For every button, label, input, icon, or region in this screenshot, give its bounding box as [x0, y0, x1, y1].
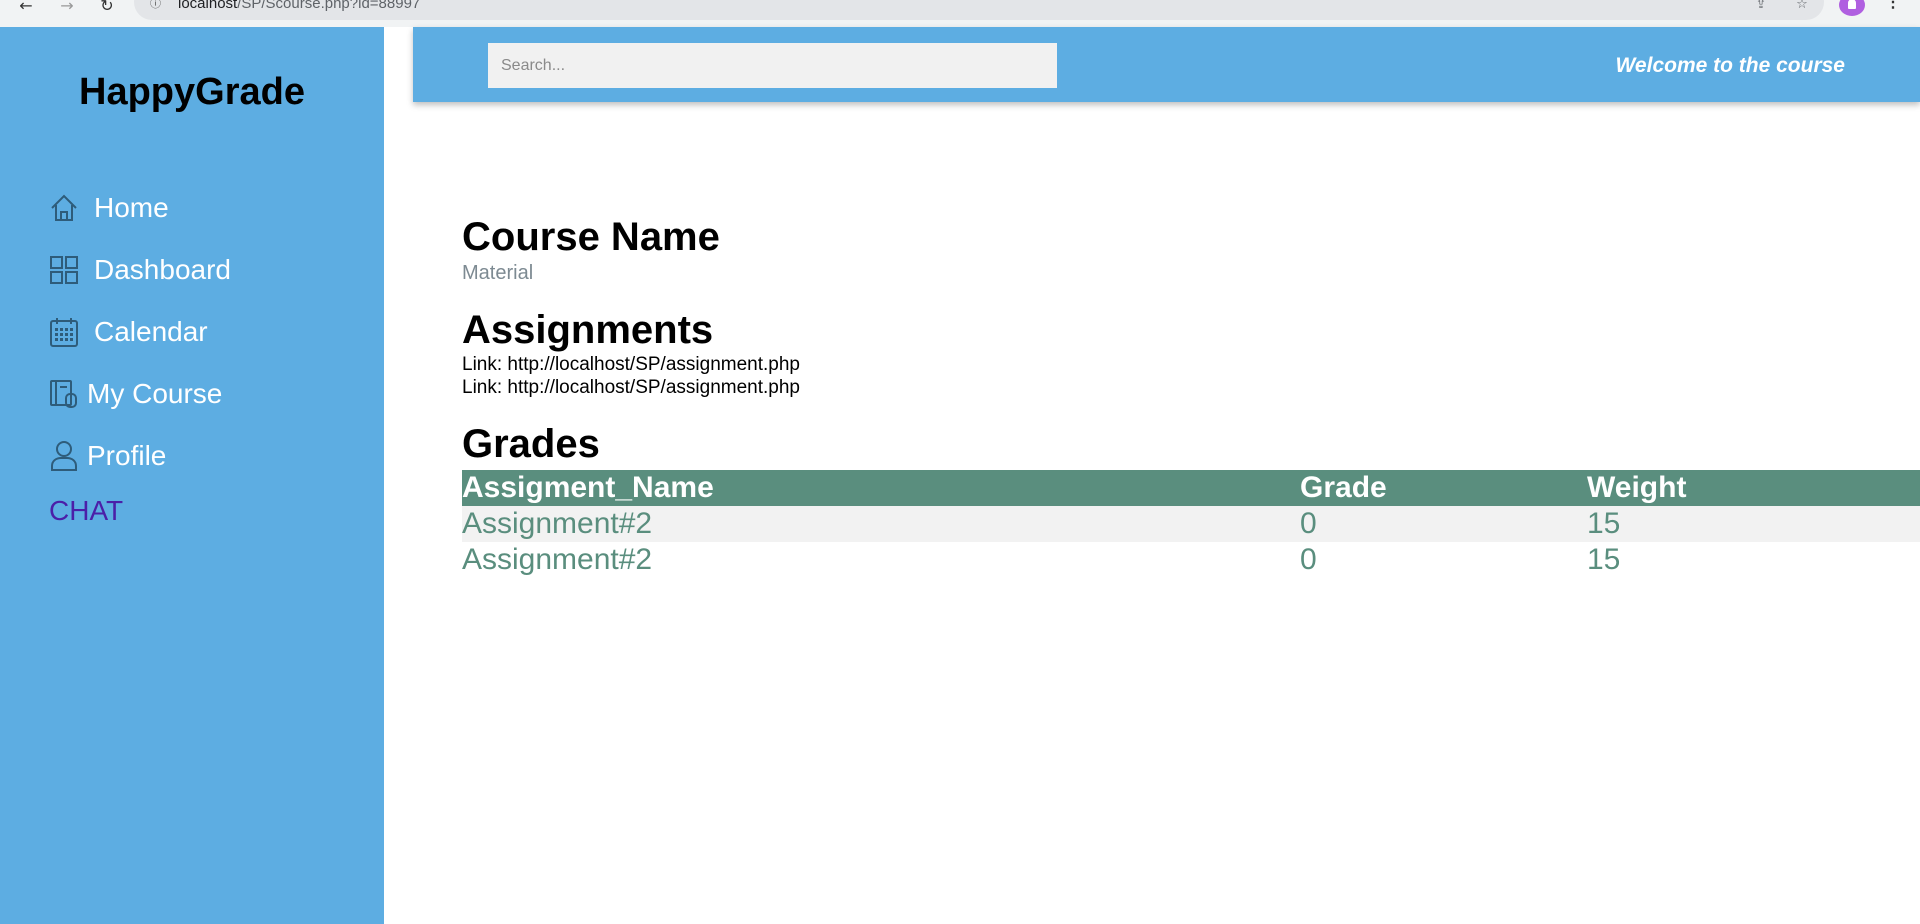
sidebar-item-home[interactable]: Home: [49, 188, 169, 228]
column-header-weight: Weight: [1587, 470, 1920, 506]
course-icon: [49, 378, 79, 410]
sidebar-item-dashboard[interactable]: Dashboard: [49, 250, 231, 290]
brand-logo-text: HappyGrade: [79, 71, 305, 113]
assignment-name-cell: Assignment#2: [462, 543, 653, 576]
calendar-icon: [49, 316, 79, 348]
bookmark-star-icon[interactable]: ☆: [1793, 0, 1811, 13]
table-header-row: Assigment_Name Grade Weight: [462, 470, 1920, 506]
sidebar-item-label: Dashboard: [94, 254, 231, 285]
assignment-link[interactable]: Link: http://localhost/SP/assignment.php: [462, 354, 800, 376]
weight-cell: 15: [1587, 506, 1920, 542]
site-info-icon[interactable]: ⓘ: [150, 0, 164, 12]
sidebar-item-my-course[interactable]: My Course: [49, 374, 222, 414]
top-header: Welcome to the course: [413, 27, 1920, 102]
sidebar-item-label: Calendar: [94, 316, 208, 347]
sidebar-item-label: Profile: [87, 440, 167, 471]
sidebar-item-label: Home: [94, 192, 169, 223]
share-icon[interactable]: ⇪: [1752, 0, 1770, 13]
assignment-link[interactable]: Link: http://localhost/SP/assignment.php: [462, 377, 800, 399]
weight-cell: 15: [1587, 543, 1621, 576]
grades-table: Assigment_Name Grade Weight Assignment#2…: [462, 470, 1920, 578]
sidebar-item-calendar[interactable]: Calendar: [49, 312, 208, 352]
sidebar-item-profile[interactable]: Profile: [49, 436, 166, 476]
chat-link[interactable]: CHAT: [49, 495, 123, 527]
profile-icon: [49, 440, 79, 472]
course-title: Course Name: [462, 215, 720, 259]
profile-avatar[interactable]: [1839, 0, 1865, 16]
grade-cell: 0: [1300, 506, 1587, 542]
table-row: Assignment#2 0 15: [462, 542, 1920, 578]
assignments-heading: Assignments: [462, 308, 714, 352]
assignment-name-cell: Assignment#2: [462, 506, 1300, 542]
column-header-grade: Grade: [1300, 470, 1587, 506]
dashboard-icon: [49, 254, 79, 286]
forward-arrow-icon[interactable]: →: [57, 0, 77, 14]
home-icon: [49, 192, 79, 224]
grade-cell: 0: [1300, 543, 1317, 576]
sidebar: HappyGrade Home Dashboard Calendar My Co…: [0, 27, 384, 924]
table-row: Assignment#2 0 15: [462, 506, 1920, 542]
browser-menu-icon[interactable]: ⋮: [1885, 0, 1901, 13]
welcome-message: Welcome to the course: [1615, 54, 1845, 77]
sidebar-item-label: My Course: [87, 378, 223, 409]
browser-toolbar: ← → ↻ ⓘ localhost/SP/Scourse.php?id=8899…: [0, 0, 1920, 27]
url-text[interactable]: localhost/SP/Scourse.php?id=88997: [178, 0, 420, 12]
back-arrow-icon[interactable]: ←: [16, 0, 36, 14]
search-input[interactable]: [488, 43, 1057, 88]
grades-heading: Grades: [462, 422, 600, 466]
reload-icon[interactable]: ↻: [97, 0, 117, 14]
material-label: Material: [462, 262, 534, 284]
column-header-assignment-name: Assigment_Name: [462, 470, 1300, 506]
